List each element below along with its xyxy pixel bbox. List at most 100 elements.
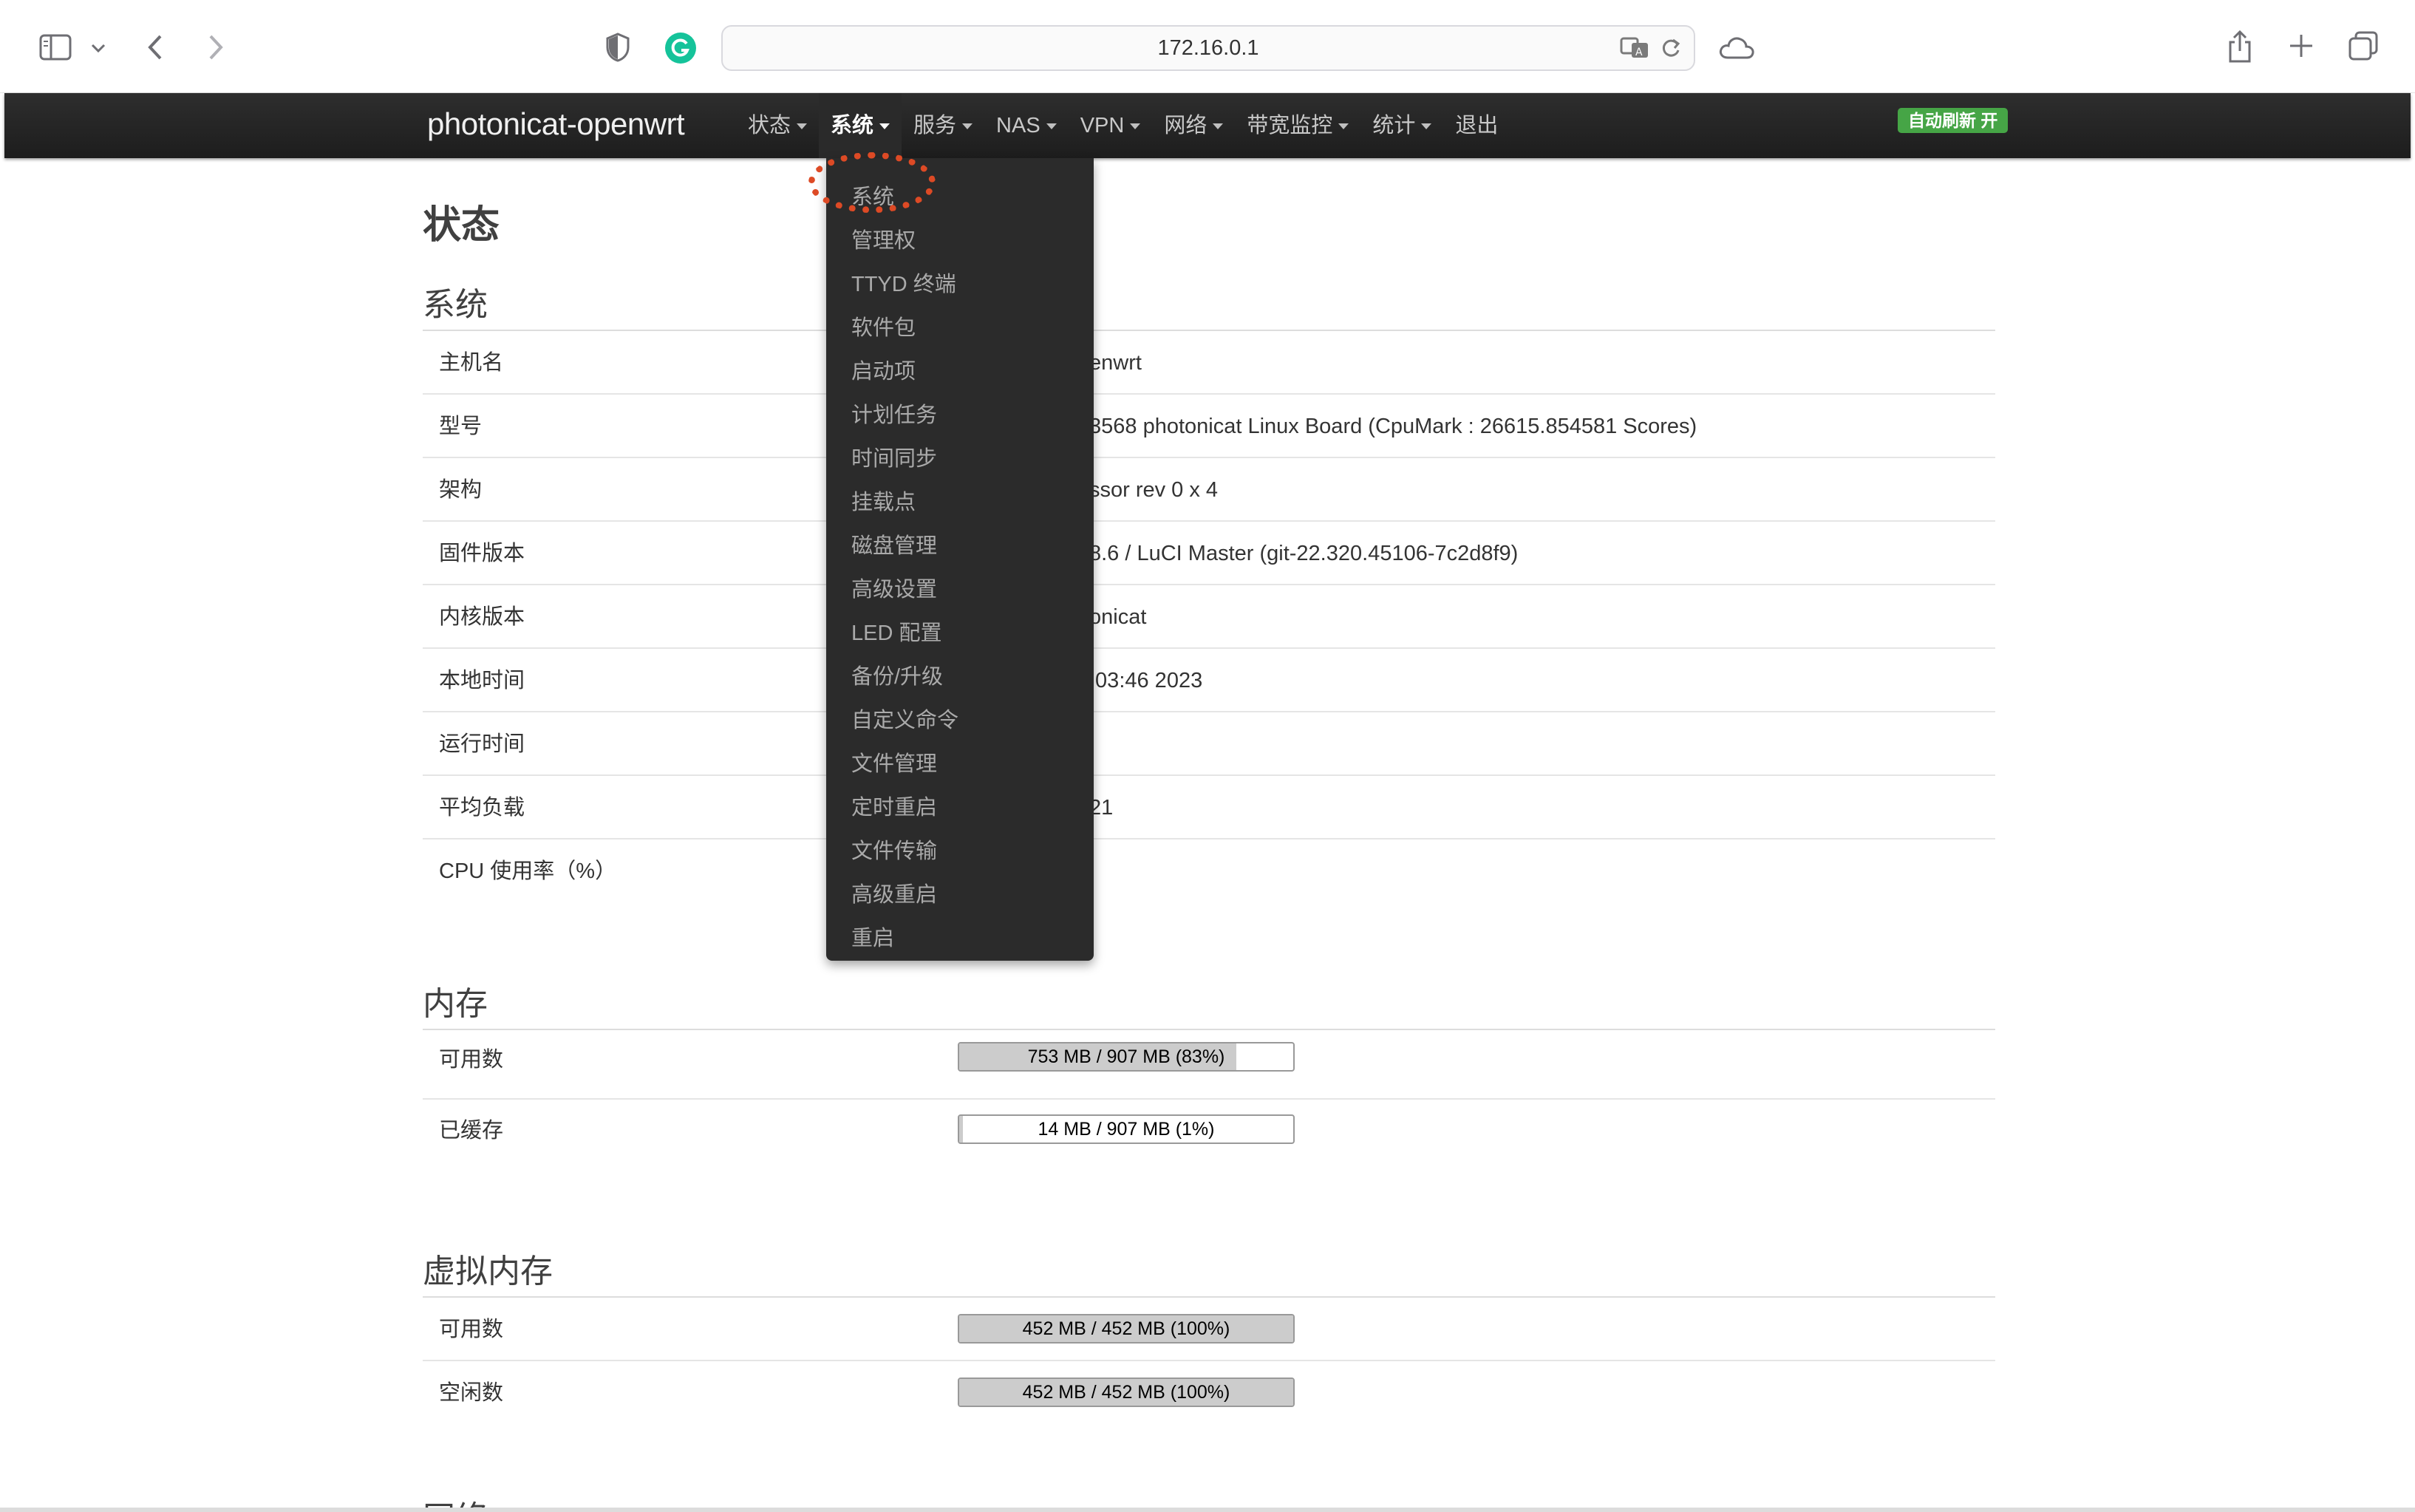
table-row: CPU 使用率（%） [423, 840, 1995, 903]
top-navbar: photonicat-openwrt 状态 系统 服务 NAS VPN 网络 带… [4, 93, 2411, 158]
menu-network[interactable]: 网络 [1152, 93, 1235, 158]
row-label: CPU 使用率（%） [439, 859, 617, 883]
caret-down-icon [1130, 123, 1141, 129]
dropdown-item-time-sync[interactable]: 时间同步 [851, 437, 937, 480]
row-label: 内核版本 [439, 605, 525, 629]
caret-down-icon [797, 123, 808, 129]
dropdown-item-scheduled-reboot[interactable]: 定时重启 [851, 786, 937, 829]
reload-icon[interactable] [1660, 35, 1682, 67]
sidebar-toggle-icon[interactable] [37, 31, 74, 64]
privacy-shield-icon[interactable] [603, 31, 633, 64]
icloud-icon[interactable] [1716, 31, 1757, 64]
system-dropdown-menu: 系统 管理权 TTYD 终端 软件包 启动项 计划任务 时间同步 挂载点 磁盘管… [826, 158, 1094, 961]
progress-bar: 14 MB / 907 MB (1%) [958, 1114, 1295, 1144]
back-icon[interactable] [140, 30, 170, 65]
row-label: 主机名 [439, 351, 504, 375]
menu-label: 退出 [1455, 114, 1499, 137]
row-value: :03:46 2023 [1089, 669, 1203, 692]
tab-overview-icon[interactable] [2347, 30, 2380, 62]
table-row: 主机名 enwrt [423, 331, 1995, 395]
menu-label: 服务 [913, 114, 957, 137]
share-icon[interactable] [2224, 28, 2255, 65]
table-row: 可用数 753 MB / 907 MB (83%) [423, 1030, 1995, 1100]
page-title: 状态 [423, 204, 500, 247]
table-row: 固件版本 8.6 / LuCI Master (git-22.320.45106… [423, 522, 1995, 585]
progress-bar: 753 MB / 907 MB (83%) [958, 1042, 1295, 1072]
row-value: onicat [1089, 605, 1147, 629]
dropdown-item-file-manager[interactable]: 文件管理 [851, 743, 937, 786]
table-row: 型号 3568 photonicat Linux Board (CpuMark … [423, 395, 1995, 458]
progress-text: 753 MB / 907 MB (83%) [1027, 1046, 1225, 1067]
row-value: 3568 photonicat Linux Board (CpuMark : 2… [1089, 415, 1697, 438]
dropdown-item-packages[interactable]: 软件包 [851, 307, 916, 350]
progress-bar: 452 MB / 452 MB (100%) [958, 1314, 1295, 1344]
menu-system[interactable]: 系统 [819, 93, 902, 158]
row-label: 架构 [439, 478, 483, 502]
dropdown-item-ttyd[interactable]: TTYD 终端 [851, 263, 956, 306]
dropdown-item-startup[interactable]: 启动项 [851, 350, 916, 393]
menu-vpn[interactable]: VPN [1069, 93, 1153, 158]
progress-text: 452 MB / 452 MB (100%) [1022, 1318, 1230, 1339]
address-bar[interactable]: 172.16.0.1 A [721, 25, 1695, 71]
row-label: 固件版本 [439, 542, 525, 565]
row-label: 本地时间 [439, 669, 525, 692]
grammarly-icon[interactable] [664, 31, 698, 65]
progress-bar: 452 MB / 452 MB (100%) [958, 1378, 1295, 1407]
progress-text: 14 MB / 907 MB (1%) [1038, 1119, 1215, 1140]
caret-down-icon [1421, 123, 1432, 129]
dropdown-item-custom-commands[interactable]: 自定义命令 [851, 699, 958, 742]
menu-label: 系统 [831, 114, 874, 137]
dropdown-item-file-transfer[interactable]: 文件传输 [851, 830, 937, 873]
forward-icon[interactable] [201, 30, 231, 65]
caret-down-icon [1046, 123, 1057, 129]
dropdown-item-mount-points[interactable]: 挂载点 [851, 481, 916, 524]
menu-label: 统计 [1372, 114, 1416, 137]
table-row: 可用数 452 MB / 452 MB (100%) [423, 1298, 1995, 1361]
auto-refresh-badge[interactable]: 自动刷新 开 [1898, 108, 2009, 133]
menu-nas[interactable]: NAS [984, 93, 1069, 158]
menu-label: 带宽监控 [1247, 114, 1333, 137]
menu-label: 网络 [1164, 114, 1208, 137]
browser-toolbar: 172.16.0.1 A [0, 0, 2415, 93]
menu-services[interactable]: 服务 [902, 93, 984, 158]
dropdown-item-led-config[interactable]: LED 配置 [851, 612, 941, 655]
menu-label: 状态 [748, 114, 791, 137]
progress-text: 452 MB / 452 MB (100%) [1022, 1382, 1230, 1403]
dropdown-item-advanced-settings[interactable]: 高级设置 [851, 568, 937, 611]
row-label: 已缓存 [439, 1119, 504, 1142]
caret-down-icon [879, 123, 890, 129]
dropdown-item-crontab[interactable]: 计划任务 [851, 394, 937, 437]
menu-logout[interactable]: 退出 [1443, 93, 1510, 158]
section-heading-memory: 内存 [423, 986, 488, 1022]
caret-down-icon [1338, 123, 1349, 129]
row-label: 运行时间 [439, 732, 525, 756]
table-row: 已缓存 14 MB / 907 MB (1%) [423, 1101, 1995, 1171]
caret-down-icon [1213, 123, 1224, 129]
window-bottom-edge [0, 1508, 2415, 1512]
menu-status[interactable]: 状态 [736, 93, 819, 158]
table-row: 运行时间 [423, 712, 1995, 776]
row-label: 空闲数 [439, 1381, 504, 1405]
table-row: 空闲数 452 MB / 452 MB (100%) [423, 1361, 1995, 1425]
dropdown-item-backup-upgrade[interactable]: 备份/升级 [851, 655, 943, 698]
table-row: 本地时间 :03:46 2023 [423, 649, 1995, 712]
row-label: 可用数 [439, 1048, 504, 1072]
translate-icon[interactable]: A [1620, 35, 1649, 67]
dropdown-item-disk-manager[interactable]: 磁盘管理 [851, 525, 937, 568]
menu-label: VPN [1080, 114, 1125, 137]
row-value: ssor rev 0 x 4 [1089, 478, 1219, 502]
dropdown-item-admin[interactable]: 管理权 [851, 219, 916, 262]
chevron-down-icon[interactable] [87, 37, 109, 59]
row-label: 平均负载 [439, 796, 525, 820]
svg-text:A: A [1635, 47, 1643, 58]
dropdown-item-reboot[interactable]: 重启 [851, 917, 894, 960]
url-text: 172.16.0.1 [1157, 35, 1259, 60]
dropdown-item-advanced-reboot[interactable]: 高级重启 [851, 874, 937, 916]
table-row: 架构 ssor rev 0 x 4 [423, 458, 1995, 522]
menu-statistics[interactable]: 统计 [1360, 93, 1443, 158]
section-heading-system: 系统 [423, 287, 488, 323]
brand-logo[interactable]: photonicat-openwrt [427, 102, 685, 146]
menu-bandwidth[interactable]: 带宽监控 [1235, 93, 1360, 158]
new-tab-icon[interactable] [2286, 31, 2316, 61]
table-row: 内核版本 onicat [423, 585, 1995, 649]
